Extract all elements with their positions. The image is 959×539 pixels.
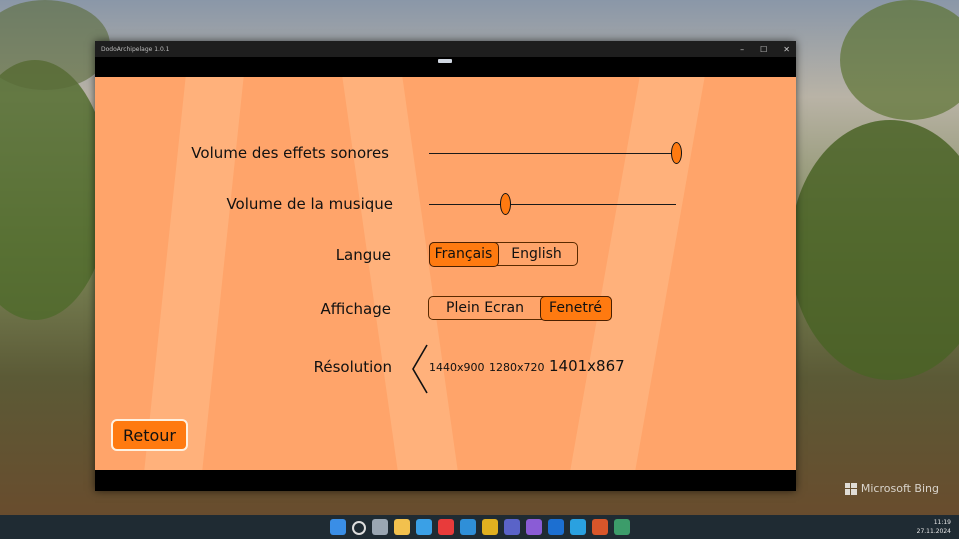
- sfx-volume-label: Volume des effets sonores: [191, 144, 389, 162]
- sfx-volume-knob[interactable]: [670, 142, 682, 164]
- search-icon[interactable]: [352, 521, 366, 535]
- bing-watermark: Microsoft Bing: [844, 482, 939, 495]
- chrome-icon[interactable]: [482, 519, 498, 535]
- bottom-letterbox: [95, 470, 796, 491]
- file-explorer-icon[interactable]: [394, 519, 410, 535]
- game-icon[interactable]: [592, 519, 608, 535]
- clock-date: 27.11.2024: [916, 528, 951, 535]
- settings-screen: Volume des effets sonores Volume de la m…: [95, 77, 796, 470]
- language-option-english[interactable]: English: [497, 243, 576, 265]
- music-volume-label: Volume de la musique: [226, 195, 393, 213]
- edge-icon[interactable]: [460, 519, 476, 535]
- resolution-option-1280x720[interactable]: 1280x720: [489, 361, 545, 374]
- display-option-windowed[interactable]: Fenetré: [539, 295, 612, 321]
- resolution-option-1401x867[interactable]: 1401x867: [549, 357, 625, 375]
- bing-label: Microsoft Bing: [860, 482, 939, 495]
- maximize-button[interactable]: ☐: [760, 45, 767, 54]
- notepad-icon[interactable]: [416, 519, 432, 535]
- telegram-icon[interactable]: [570, 519, 586, 535]
- light-ray: [570, 77, 705, 470]
- display-option-fullscreen[interactable]: Plein Ecran: [429, 297, 541, 319]
- drag-handle-icon[interactable]: [438, 59, 452, 63]
- visual-studio-icon[interactable]: [526, 519, 542, 535]
- top-letterbox: [95, 57, 796, 77]
- outlook-icon[interactable]: [548, 519, 564, 535]
- windows-start-icon[interactable]: [330, 519, 346, 535]
- light-ray: [342, 77, 458, 470]
- retour-button[interactable]: Retour: [111, 419, 188, 451]
- resolution-label: Résolution: [313, 358, 392, 376]
- window-title: DodoArchipelage 1.0.1: [101, 45, 170, 53]
- resolution-option-1440x900[interactable]: 1440x900: [429, 361, 485, 374]
- app-window: DodoArchipelage 1.0.1 – ☐ ✕ Volume des e…: [95, 41, 796, 491]
- bing-logo-icon: [844, 482, 857, 495]
- clock-time: 11:19: [933, 519, 951, 526]
- close-button[interactable]: ✕: [783, 45, 790, 54]
- language-option-francais[interactable]: Français: [428, 241, 499, 267]
- globe-icon[interactable]: [614, 519, 630, 535]
- language-toggle: Français English: [428, 241, 578, 267]
- task-view-icon[interactable]: [372, 519, 388, 535]
- save-icon[interactable]: [504, 519, 520, 535]
- taskbar-icons: [330, 519, 630, 535]
- language-label: Langue: [335, 246, 391, 264]
- minimize-button[interactable]: –: [740, 45, 744, 54]
- sfx-volume-slider[interactable]: [429, 153, 676, 154]
- light-ray: [144, 77, 244, 470]
- display-toggle: Plein Ecran Fenetré: [428, 295, 612, 321]
- taskbar: 11:19 27.11.2024: [0, 515, 959, 539]
- yandex-icon[interactable]: [438, 519, 454, 535]
- window-titlebar[interactable]: DodoArchipelage 1.0.1 – ☐ ✕: [95, 41, 796, 57]
- system-clock[interactable]: 11:19 27.11.2024: [917, 518, 951, 536]
- music-volume-knob[interactable]: [500, 193, 512, 215]
- display-label: Affichage: [320, 300, 391, 318]
- chevron-left-icon[interactable]: [410, 343, 430, 395]
- music-volume-slider[interactable]: [429, 204, 676, 205]
